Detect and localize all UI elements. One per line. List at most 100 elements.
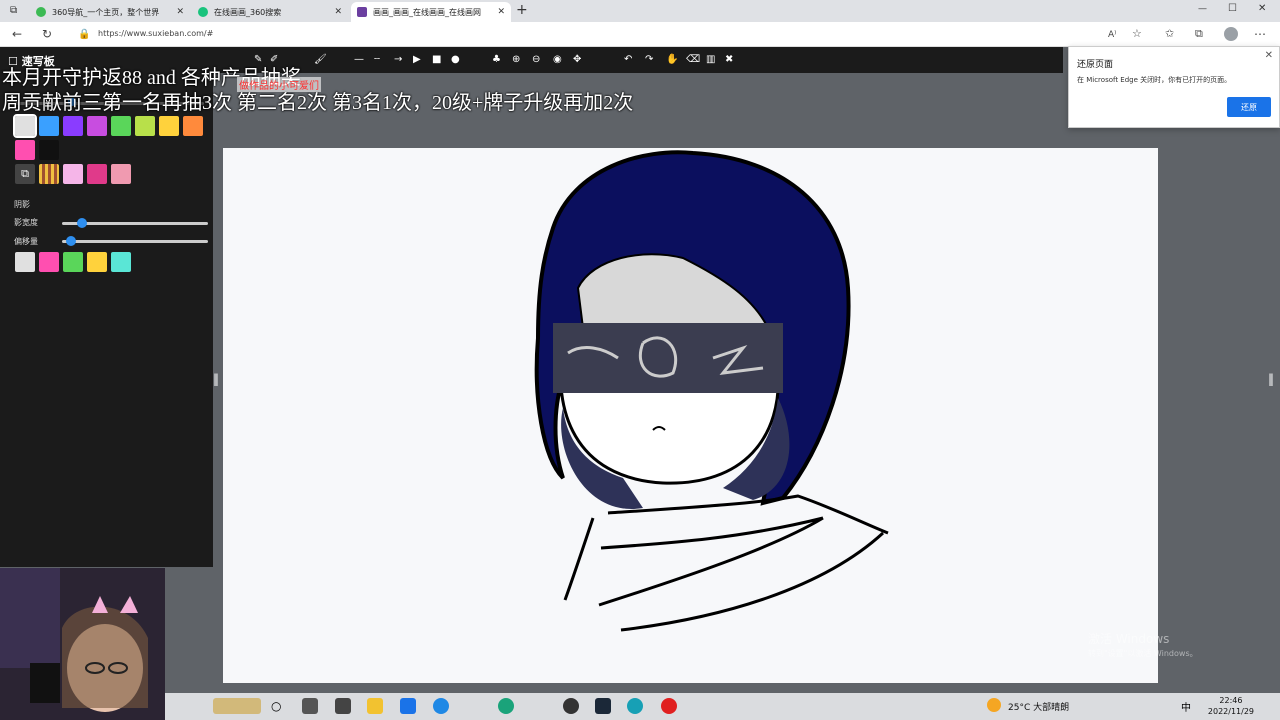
target-icon[interactable]: ◉ bbox=[553, 54, 562, 65]
tab-360-nav[interactable]: 360导航_一个主页，整个世界 ✕ bbox=[30, 2, 190, 22]
tab-360-search[interactable]: 在线画画_360搜索 ✕ bbox=[192, 2, 348, 22]
color-swatch[interactable] bbox=[13, 114, 37, 138]
refresh-icon[interactable]: ↻ bbox=[42, 27, 52, 41]
shadow-width-slider[interactable] bbox=[62, 218, 208, 228]
app-icon[interactable] bbox=[335, 698, 351, 714]
dash-line-icon[interactable]: ┄ bbox=[374, 54, 380, 65]
arrow-icon[interactable]: → bbox=[394, 54, 402, 65]
triangle-icon[interactable]: ▶ bbox=[413, 54, 421, 65]
shadow-label: 阴影 bbox=[14, 200, 30, 209]
restore-button[interactable]: 还原 bbox=[1227, 97, 1271, 117]
more-menu-icon[interactable]: ⋯ bbox=[1254, 27, 1266, 41]
pattern-swatch[interactable] bbox=[111, 164, 131, 184]
color-swatch[interactable] bbox=[87, 116, 107, 136]
favorites-icon[interactable]: ✩ bbox=[1165, 27, 1174, 40]
collapse-panel-handle[interactable]: ‖ bbox=[213, 372, 219, 386]
profile-avatar[interactable] bbox=[1224, 27, 1238, 41]
canvas-toolbar bbox=[213, 47, 1063, 73]
shadow-color-swatch[interactable] bbox=[63, 252, 83, 272]
trash-icon[interactable]: ▥ bbox=[706, 54, 715, 65]
search-icon[interactable]: ○ bbox=[271, 699, 281, 713]
drawing-canvas[interactable] bbox=[223, 148, 1158, 683]
color-swatch[interactable] bbox=[63, 116, 83, 136]
favorite-icon[interactable]: ☆ bbox=[1132, 27, 1142, 40]
file-explorer-icon[interactable] bbox=[367, 698, 383, 714]
back-icon[interactable]: ← bbox=[12, 27, 22, 41]
netease-music-icon[interactable] bbox=[661, 698, 677, 714]
shadow-color-swatch[interactable] bbox=[39, 252, 59, 272]
tab-actions-icon[interactable]: ⧉ bbox=[10, 5, 17, 16]
eraser-icon[interactable]: ⌫ bbox=[686, 54, 700, 65]
pattern-swatch[interactable] bbox=[39, 164, 59, 184]
minimize-button[interactable]: — bbox=[1198, 4, 1207, 14]
clock-time: 22:46 bbox=[1219, 696, 1243, 705]
color-swatch[interactable] bbox=[39, 140, 59, 160]
edge-icon[interactable] bbox=[498, 698, 514, 714]
close-popup-icon[interactable]: ✕ bbox=[1265, 50, 1273, 61]
pattern-swatch[interactable] bbox=[87, 164, 107, 184]
clear-icon[interactable]: ✖ bbox=[725, 54, 733, 65]
tab-strip: ⧉ 360导航_一个主页，整个世界 ✕ 在线画画_360搜索 ✕ 画画_画画_在… bbox=[0, 0, 1280, 22]
read-aloud-icon[interactable]: A⁾ bbox=[1108, 30, 1116, 40]
tab-favicon-icon bbox=[198, 7, 208, 17]
maximize-button[interactable]: ☐ bbox=[1228, 3, 1237, 14]
color-swatch[interactable] bbox=[183, 116, 203, 136]
app-icon[interactable] bbox=[563, 698, 579, 714]
shapes-icon[interactable]: ♣ bbox=[492, 54, 501, 65]
activation-watermark-sub: 转到"设置"以激活 Windows。 bbox=[1088, 649, 1198, 658]
offset-slider[interactable] bbox=[62, 236, 208, 246]
circle-icon[interactable]: ● bbox=[451, 54, 460, 65]
undo-icon[interactable]: ↶ bbox=[624, 54, 632, 65]
zoom-out-icon[interactable]: ⊖ bbox=[532, 54, 540, 65]
weather-icon[interactable] bbox=[987, 698, 1001, 712]
shadow-color-swatch[interactable] bbox=[111, 252, 131, 272]
stream-red-tag: 做作品的小可爱们 bbox=[237, 77, 321, 92]
close-tab-icon[interactable]: ✕ bbox=[334, 7, 342, 17]
new-tab-button[interactable]: + bbox=[516, 2, 528, 18]
shadow-color-swatch[interactable] bbox=[87, 252, 107, 272]
browser-icon[interactable] bbox=[433, 698, 449, 714]
brush-icon[interactable]: 🖌 bbox=[314, 54, 327, 65]
shadow-color-swatch[interactable] bbox=[15, 252, 35, 272]
steam-icon[interactable] bbox=[595, 698, 611, 714]
move-icon[interactable]: ✥ bbox=[573, 54, 581, 65]
slider-knob[interactable] bbox=[76, 218, 87, 228]
close-tab-icon[interactable]: ✕ bbox=[497, 7, 505, 17]
app-icon[interactable] bbox=[627, 698, 643, 714]
collections-icon[interactable]: ⧉ bbox=[1195, 27, 1203, 41]
color-swatch[interactable] bbox=[159, 116, 179, 136]
offset-label: 偏移量 bbox=[14, 237, 38, 246]
ime-indicator[interactable]: 中 bbox=[1181, 699, 1191, 714]
color-swatch[interactable] bbox=[15, 140, 35, 160]
weather-text[interactable]: 25°C 大部晴朗 bbox=[1008, 700, 1069, 713]
tab-title: 360导航_一个主页，整个世界 bbox=[52, 7, 160, 17]
tab-favicon-icon bbox=[357, 7, 367, 17]
close-window-button[interactable]: ✕ bbox=[1258, 3, 1266, 14]
color-swatch[interactable] bbox=[39, 116, 59, 136]
tab-suxieban[interactable]: 画画_画画_在线画画_在线画网 ✕ bbox=[351, 2, 511, 22]
popup-message: 在 Microsoft Edge 关闭时，你有已打开的页面。 bbox=[1077, 76, 1232, 84]
zoom-in-icon[interactable]: ⊕ bbox=[512, 54, 520, 65]
popup-title: 还原页面 bbox=[1077, 60, 1114, 70]
color-swatch[interactable] bbox=[135, 116, 155, 136]
url-field[interactable]: https://www.suxieban.com/# bbox=[98, 29, 213, 38]
rectangle-icon[interactable]: ■ bbox=[432, 54, 441, 65]
restore-pages-popup: 还原页面 在 Microsoft Edge 关闭时，你有已打开的页面。 还原 ✕ bbox=[1068, 46, 1280, 128]
tab-title: 画画_画画_在线画画_在线画网 bbox=[373, 7, 481, 17]
color-swatch[interactable] bbox=[111, 116, 131, 136]
taskbar: ○ 中 22:46 2022/11/29 bbox=[165, 693, 1280, 720]
hand-icon[interactable]: ✋ bbox=[666, 54, 678, 65]
drawing-artwork bbox=[534, 150, 889, 632]
task-view-icon[interactable] bbox=[302, 698, 318, 714]
slider-knob[interactable] bbox=[66, 236, 77, 246]
folder-icon[interactable]: ⧉ bbox=[15, 164, 35, 184]
pattern-swatch[interactable] bbox=[63, 164, 83, 184]
close-tab-icon[interactable]: ✕ bbox=[176, 7, 184, 17]
redo-icon[interactable]: ↷ bbox=[645, 54, 653, 65]
clock[interactable]: 22:46 2022/11/29 bbox=[1208, 695, 1254, 717]
line-icon[interactable]: — bbox=[354, 54, 364, 65]
mail-icon[interactable] bbox=[400, 698, 416, 714]
lock-icon[interactable]: 🔒 bbox=[78, 29, 90, 40]
collapse-panel-handle[interactable]: ‖ bbox=[1268, 372, 1274, 386]
task-thumbnail[interactable] bbox=[213, 698, 261, 714]
